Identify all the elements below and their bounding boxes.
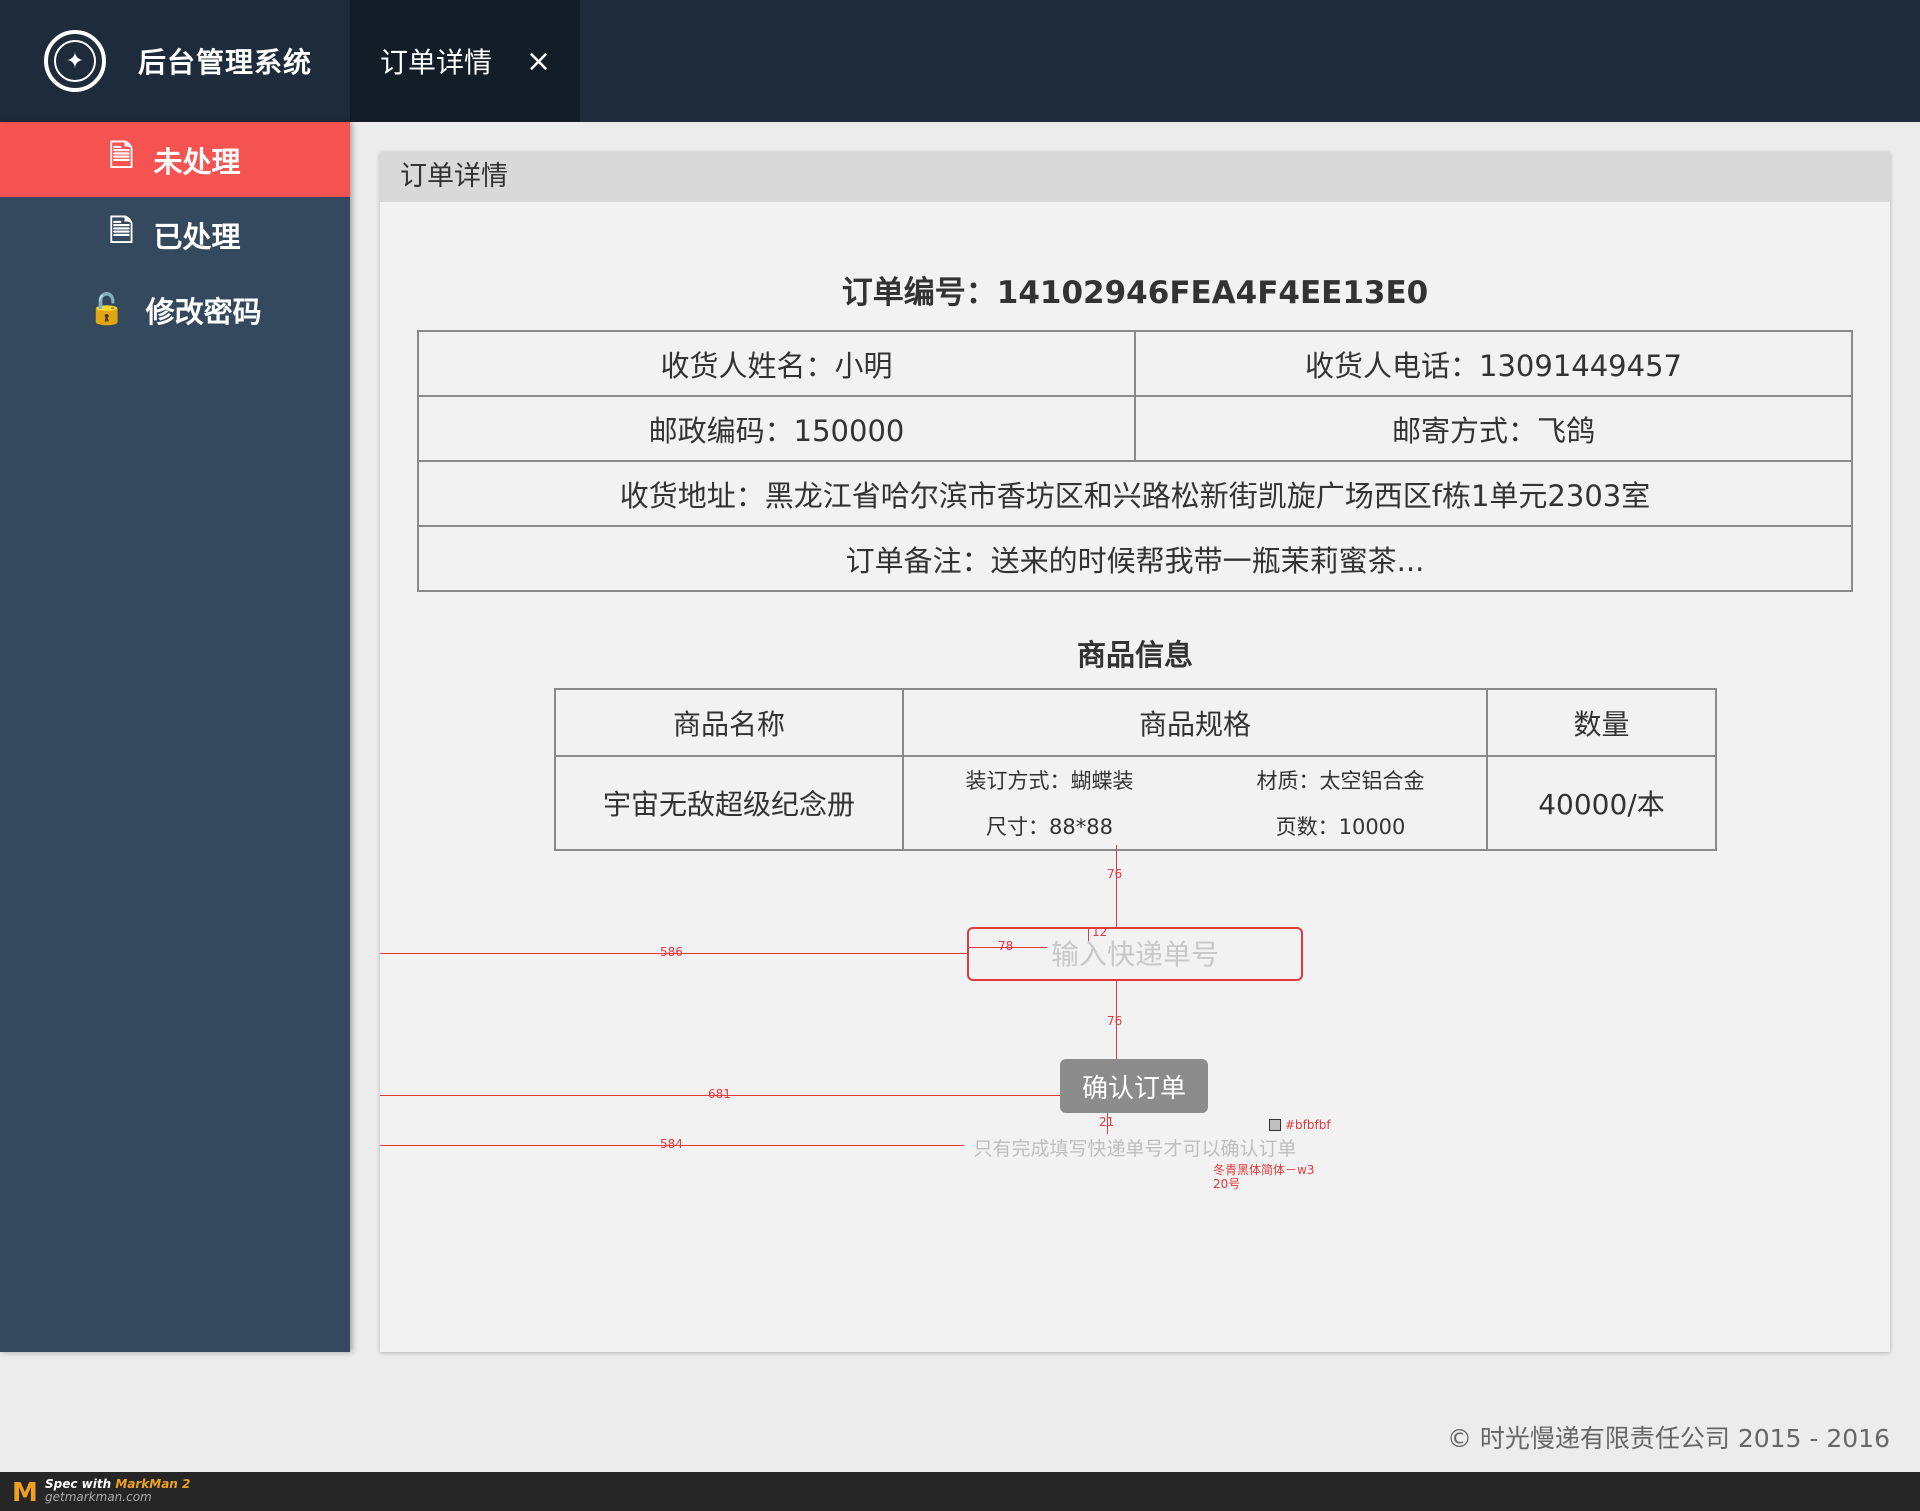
table-row: 宇宙无敌超级纪念册 装订方式：蝴蝶装 材质：太空铝合金 尺寸：88*88 页数：… <box>556 757 1715 849</box>
receiver-name: 收货人姓名：小明 <box>660 348 893 383</box>
copyright: © 时光慢递有限责任公司 2015 - 2016 <box>1446 1424 1890 1453</box>
markman-bar: M Spec with MarkMan 2 getmarkman.com <box>0 1472 1920 1511</box>
tab-label: 订单详情 <box>380 46 493 79</box>
measure-line <box>1088 927 1089 941</box>
unlock-icon: 🔓 <box>88 292 126 327</box>
table-row: 邮政编码：150000 邮寄方式：飞鸽 <box>419 397 1851 462</box>
confirm-hint: 只有完成填写快递单号才可以确认订单 <box>973 1138 1297 1160</box>
order-number: 订单编号：14102946FEA4F4EE13E0 <box>841 275 1429 311</box>
order-detail-panel: 订单详情 订单编号：14102946FEA4F4EE13E0 收货人姓名：小明 … <box>380 152 1890 1352</box>
close-icon[interactable]: × <box>526 44 551 79</box>
table-header-row: 商品名称 商品规格 数量 <box>556 690 1715 757</box>
table-row: 收货地址：黑龙江省哈尔滨市香坊区和兴路松新街凯旋广场西区f栋1单元2303室 <box>419 462 1851 527</box>
postcode: 邮政编码：150000 <box>648 413 905 448</box>
measure-label: 76 <box>1107 1014 1123 1028</box>
column-header: 商品规格 <box>902 690 1486 755</box>
measure-label: 76 <box>1107 867 1123 881</box>
document-check-icon: 🗎 <box>109 214 134 249</box>
tab-order-detail[interactable]: 订单详情 × <box>350 0 580 122</box>
color-swatch <box>1269 1119 1281 1131</box>
order-remark: 订单备注：送来的时候帮我带一瓶茉莉蜜茶... <box>845 543 1425 578</box>
measure-label: 12 <box>1092 925 1108 939</box>
sidebar-item-processed[interactable]: 🗎 已处理 <box>0 197 350 272</box>
column-header: 数量 <box>1486 690 1715 755</box>
document-icon: 🗎 <box>109 139 134 174</box>
measure-line <box>1116 845 1117 927</box>
sidebar-item-label: 未处理 <box>153 144 241 179</box>
goods-spec: 装订方式：蝴蝶装 材质：太空铝合金 尺寸：88*88 页数：10000 <box>902 757 1486 849</box>
confirm-order-button[interactable]: 确认订单 <box>1060 1059 1208 1113</box>
goods-quantity: 40000/本 <box>1486 757 1715 849</box>
sidebar-item-label: 已处理 <box>153 219 241 254</box>
shipping-address: 收货地址：黑龙江省哈尔滨市香坊区和兴路松新街凯旋广场西区f栋1单元2303室 <box>619 478 1651 513</box>
spec-pages: 页数：10000 <box>1275 815 1406 839</box>
sidebar-item-change-password[interactable]: 🔓 修改密码 <box>0 272 350 347</box>
measure-label: 78 <box>998 939 1014 953</box>
goods-name: 宇宙无敌超级纪念册 <box>602 788 855 821</box>
spec-binding: 装订方式：蝴蝶装 <box>965 769 1134 793</box>
app-title: 后台管理系统 <box>138 46 313 79</box>
spec-size: 尺寸：88*88 <box>986 815 1113 839</box>
goods-title: 商品信息 <box>1076 638 1193 672</box>
sidebar: 🗎 未处理 🗎 已处理 🔓 修改密码 <box>0 122 350 1352</box>
markman-logo-icon: M <box>12 1478 38 1508</box>
sidebar-item-label: 修改密码 <box>145 294 262 329</box>
table-row: 收货人姓名：小明 收货人电话：13091449457 <box>419 332 1851 397</box>
top-bar: ✦ 后台管理系统 订单详情 × <box>0 0 1920 122</box>
markman-product: MarkMan 2 <box>115 1477 191 1491</box>
express-number-input[interactable] <box>967 927 1303 981</box>
color-label: #bfbfbf <box>1285 1118 1331 1132</box>
markman-spec-with: Spec with <box>45 1477 112 1491</box>
measure-label: 681 <box>708 1087 731 1101</box>
panel-title: 订单详情 <box>380 152 1890 202</box>
measure-label: 586 <box>660 945 683 959</box>
goods-table: 商品名称 商品规格 数量 宇宙无敌超级纪念册 装订方式：蝴蝶装 材质：太空铝合金… <box>554 688 1717 851</box>
measure-label: 584 <box>660 1137 683 1151</box>
markman-site: getmarkman.com <box>45 1490 152 1504</box>
shipping-method: 邮寄方式：飞鸽 <box>1134 397 1851 460</box>
sidebar-item-unprocessed[interactable]: 🗎 未处理 <box>0 122 350 197</box>
column-header: 商品名称 <box>672 707 785 741</box>
order-info-table: 收货人姓名：小明 收货人电话：13091449457 邮政编码：150000 邮… <box>417 330 1853 592</box>
receiver-phone: 收货人电话：13091449457 <box>1134 332 1851 395</box>
compass-logo-icon: ✦ <box>44 30 106 92</box>
table-row: 订单备注：送来的时候帮我带一瓶茉莉蜜茶... <box>419 527 1851 590</box>
markman-credit: Spec with MarkMan 2 getmarkman.com <box>45 1478 190 1504</box>
brand: ✦ 后台管理系统 <box>0 0 350 122</box>
spec-material: 材质：太空铝合金 <box>1256 769 1425 793</box>
measure-label: 21 <box>1099 1115 1115 1129</box>
font-size-label: 20号 <box>1213 1177 1241 1191</box>
